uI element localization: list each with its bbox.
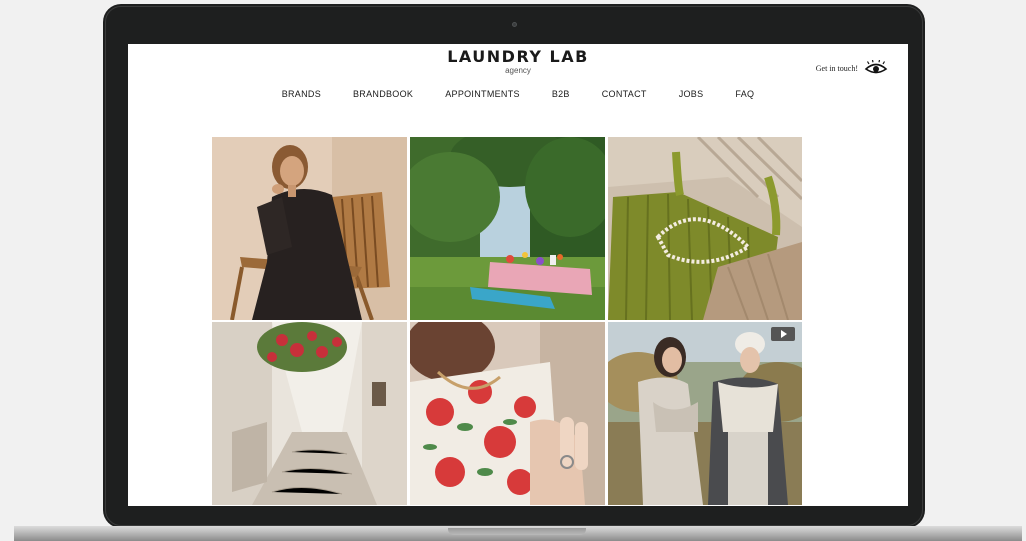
screen: LAUNDRY LAB agency Get in touch! BRANDS … [128, 44, 908, 506]
camera [512, 22, 517, 27]
nav-brands[interactable]: BRANDS [282, 89, 321, 99]
nav-faq[interactable]: FAQ [735, 89, 754, 99]
play-icon[interactable] [771, 327, 795, 341]
eye-icon [864, 60, 888, 74]
nav-contact[interactable]: CONTACT [602, 89, 647, 99]
get-in-touch-label: Get in touch! [815, 63, 858, 73]
main-nav: BRANDS BRANDBOOK APPOINTMENTS B2B CONTAC… [128, 89, 908, 99]
site-logo[interactable]: LAUNDRY LAB agency [128, 47, 908, 75]
nav-appointments[interactable]: APPOINTMENTS [445, 89, 520, 99]
photo-white-alley[interactable] [212, 322, 407, 505]
photo-knit-tops[interactable] [608, 137, 802, 320]
nav-brandbook[interactable]: BRANDBOOK [353, 89, 413, 99]
logo-title: LAUNDRY LAB [447, 47, 589, 66]
photo-floral-dress[interactable] [410, 322, 605, 505]
nav-b2b[interactable]: B2B [552, 89, 570, 99]
photo-garden-table[interactable] [410, 137, 605, 320]
photo-woman-chair[interactable] [212, 137, 407, 320]
nav-jobs[interactable]: JOBS [679, 89, 704, 99]
photo-two-women[interactable] [608, 322, 802, 505]
logo-subtitle: agency [505, 66, 531, 75]
get-in-touch-link[interactable]: Get in touch! [816, 60, 888, 76]
laptop-notch [448, 528, 586, 535]
photo-grid [212, 137, 802, 506]
